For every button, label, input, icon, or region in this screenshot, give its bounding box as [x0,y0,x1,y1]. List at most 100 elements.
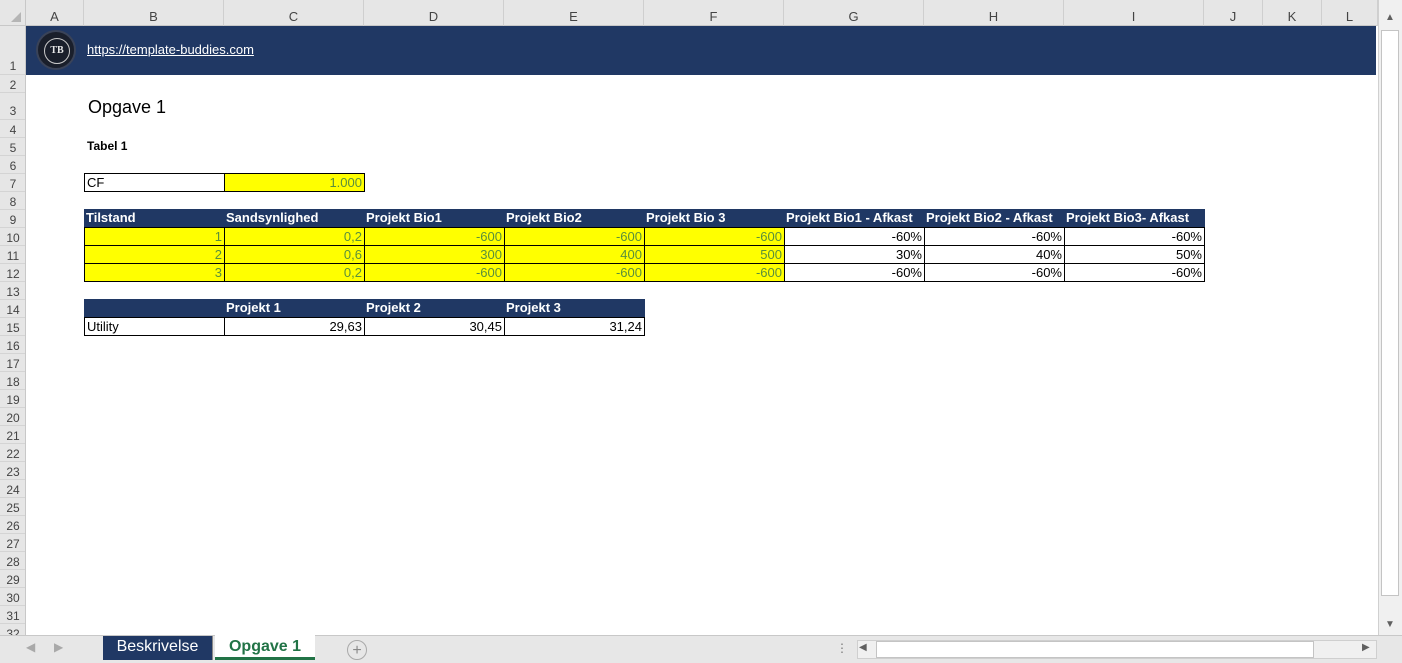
column-header-h[interactable]: H [924,0,1064,26]
column-header-j[interactable]: J [1204,0,1263,26]
cf-value-cell[interactable]: 1.000 [224,173,365,192]
table1-cell[interactable]: 50% [1064,245,1205,264]
row-header[interactable]: 5 [0,138,25,156]
table1-header-cell[interactable]: Projekt Bio 3 [644,209,784,227]
scroll-down-icon[interactable]: ▼ [1381,616,1399,634]
table1-cell[interactable]: -600 [364,263,505,282]
table1-cell[interactable]: 400 [504,245,645,264]
utility-value-cell[interactable]: 31,24 [504,317,645,336]
tab-beskrivelse[interactable]: Beskrivelse [103,636,213,660]
table1-header-cell[interactable]: Projekt Bio3- Afkast [1064,209,1205,227]
column-header-a[interactable]: A [26,0,84,26]
table1-cell[interactable]: 40% [924,245,1065,264]
table1-cell[interactable]: -60% [784,263,925,282]
column-header-k[interactable]: K [1263,0,1322,26]
table1-header-cell[interactable]: Projekt Bio1 - Afkast [784,209,924,227]
scroll-right-icon[interactable]: ▶ [1362,642,1370,653]
column-header-c[interactable]: C [224,0,364,26]
row-header[interactable]: 8 [0,192,25,210]
row-header[interactable]: 13 [0,282,25,300]
row-header[interactable]: 17 [0,354,25,372]
row-header[interactable]: 3 [0,93,25,120]
table1-cell[interactable]: -60% [924,263,1065,282]
row-header[interactable]: 23 [0,462,25,480]
row-header[interactable]: 29 [0,570,25,588]
table1-cell[interactable]: -600 [504,263,645,282]
row-header[interactable]: 2 [0,75,25,93]
prev-sheet-icon[interactable]: ◀ [26,640,35,654]
column-header-b[interactable]: B [84,0,224,26]
row-header[interactable]: 10 [0,228,25,246]
row-header[interactable]: 27 [0,534,25,552]
cf-label-cell[interactable]: CF [84,173,225,192]
table1-cell[interactable]: -60% [784,227,925,246]
row-header[interactable]: 31 [0,606,25,624]
utility-label-cell[interactable]: Utility [84,317,225,336]
table1-cell[interactable]: 1 [84,227,225,246]
row-header[interactable]: 15 [0,318,25,336]
row-header[interactable]: 28 [0,552,25,570]
table1-cell[interactable]: -600 [644,263,785,282]
row-header[interactable]: 19 [0,390,25,408]
row-header[interactable]: 4 [0,120,25,138]
row-header[interactable]: 12 [0,264,25,282]
table1-header-cell[interactable]: Tilstand [84,209,224,227]
table2-header-cell[interactable] [84,299,224,317]
column-header-d[interactable]: D [364,0,504,26]
row-header[interactable]: 9 [0,210,25,228]
row-header[interactable]: 18 [0,372,25,390]
table1-cell[interactable]: -600 [644,227,785,246]
table1-cell[interactable]: 0,2 [224,263,365,282]
tab-opgave-1[interactable]: Opgave 1 [215,634,315,660]
table1-header-cell[interactable]: Projekt Bio1 [364,209,504,227]
row-header[interactable]: 21 [0,426,25,444]
table1-cell[interactable]: 30% [784,245,925,264]
website-link[interactable]: https://template-buddies.com [87,42,254,57]
table1-cell[interactable]: 0,2 [224,227,365,246]
row-header[interactable]: 1 [0,26,25,75]
table2-header-cell[interactable]: Projekt 2 [364,299,504,317]
table1-cell[interactable]: 2 [84,245,225,264]
table1-cell[interactable]: 300 [364,245,505,264]
row-header[interactable]: 25 [0,498,25,516]
table1-cell[interactable]: 0,6 [224,245,365,264]
tab-split-handle-icon[interactable]: ⋮ [836,641,848,655]
table1-header-cell[interactable]: Sandsynlighed [224,209,364,227]
row-header[interactable]: 11 [0,246,25,264]
table2-header-cell[interactable]: Projekt 3 [504,299,645,317]
row-header[interactable]: 22 [0,444,25,462]
table1-cell[interactable]: -60% [924,227,1065,246]
column-header-g[interactable]: G [784,0,924,26]
table2-header-cell[interactable]: Projekt 1 [224,299,364,317]
horizontal-scroll-thumb[interactable] [876,641,1314,658]
table1-header-cell[interactable]: Projekt Bio2 [504,209,644,227]
vertical-scroll-thumb[interactable] [1381,30,1399,596]
scroll-up-icon[interactable]: ▲ [1381,9,1399,27]
table1-cell[interactable]: -600 [364,227,505,246]
column-header-f[interactable]: F [644,0,784,26]
table1-cell[interactable]: 3 [84,263,225,282]
row-header[interactable]: 14 [0,300,25,318]
row-header[interactable]: 24 [0,480,25,498]
table1-cell[interactable]: -60% [1064,263,1205,282]
row-header[interactable]: 6 [0,156,25,174]
table1-cell[interactable]: -60% [1064,227,1205,246]
table1-cell[interactable]: 500 [644,245,785,264]
next-sheet-icon[interactable]: ▶ [54,640,63,654]
utility-value-cell[interactable]: 29,63 [224,317,365,336]
row-header[interactable]: 7 [0,174,25,192]
row-header[interactable]: 32 [0,624,25,635]
row-header[interactable]: 16 [0,336,25,354]
row-header[interactable]: 30 [0,588,25,606]
scroll-left-icon[interactable]: ◀ [859,642,867,653]
row-header[interactable]: 20 [0,408,25,426]
row-header[interactable]: 26 [0,516,25,534]
utility-value-cell[interactable]: 30,45 [364,317,505,336]
table1-header-cell[interactable]: Projekt Bio2 - Afkast [924,209,1064,227]
table1-cell[interactable]: -600 [504,227,645,246]
select-all-corner[interactable] [0,0,26,26]
column-header-e[interactable]: E [504,0,644,26]
column-header-l[interactable]: L [1322,0,1378,26]
add-sheet-icon[interactable]: + [347,640,367,660]
column-header-i[interactable]: I [1064,0,1204,26]
